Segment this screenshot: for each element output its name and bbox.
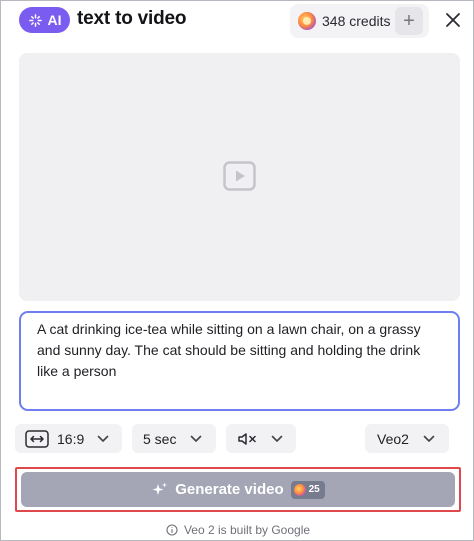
sound-dropdown[interactable]: [226, 424, 296, 453]
page-title: text to video: [77, 8, 187, 29]
chevron-down-icon: [423, 435, 435, 442]
duration-value: 5 sec: [143, 430, 177, 447]
info-icon: [166, 524, 178, 536]
sparkles-icon: [152, 482, 168, 495]
muted-speaker-icon: [238, 432, 256, 445]
model-dropdown[interactable]: Veo2: [365, 424, 449, 453]
credit-cost-badge: 25: [290, 480, 325, 499]
generate-video-button[interactable]: Generate video 25: [21, 472, 455, 507]
prompt-input[interactable]: A cat drinking ice-tea while sitting on …: [19, 311, 460, 411]
play-icon: [223, 161, 256, 191]
ai-badge: AI: [19, 7, 70, 33]
text-to-video-panel: AI text to video 348 credits + A cat dri…: [0, 0, 474, 541]
sparkle-icon: [28, 13, 42, 27]
footer-note: Veo 2 is built by Google: [1, 523, 474, 537]
aspect-ratio-icon: [25, 429, 49, 448]
chevron-down-icon: [97, 435, 109, 442]
ai-badge-label: AI: [47, 12, 62, 28]
chevron-down-icon: [191, 435, 202, 442]
close-icon[interactable]: [444, 11, 462, 29]
credits-display[interactable]: 348 credits +: [290, 4, 429, 38]
generate-video-label: Generate video: [175, 481, 284, 498]
add-credits-button[interactable]: +: [395, 7, 423, 35]
model-value: Veo2: [377, 430, 409, 447]
credits-coin-icon: [298, 12, 316, 30]
credits-count: 348 credits: [322, 13, 391, 29]
aspect-ratio-dropdown[interactable]: 16:9: [15, 424, 122, 453]
aspect-ratio-value: 16:9: [57, 430, 85, 447]
credit-cost-value: 25: [308, 484, 320, 495]
duration-dropdown[interactable]: 5 sec: [132, 424, 216, 453]
footer-note-text: Veo 2 is built by Google: [183, 523, 311, 537]
chevron-down-icon: [271, 435, 283, 442]
video-preview: [19, 53, 460, 301]
credit-coin-icon: [293, 483, 306, 496]
